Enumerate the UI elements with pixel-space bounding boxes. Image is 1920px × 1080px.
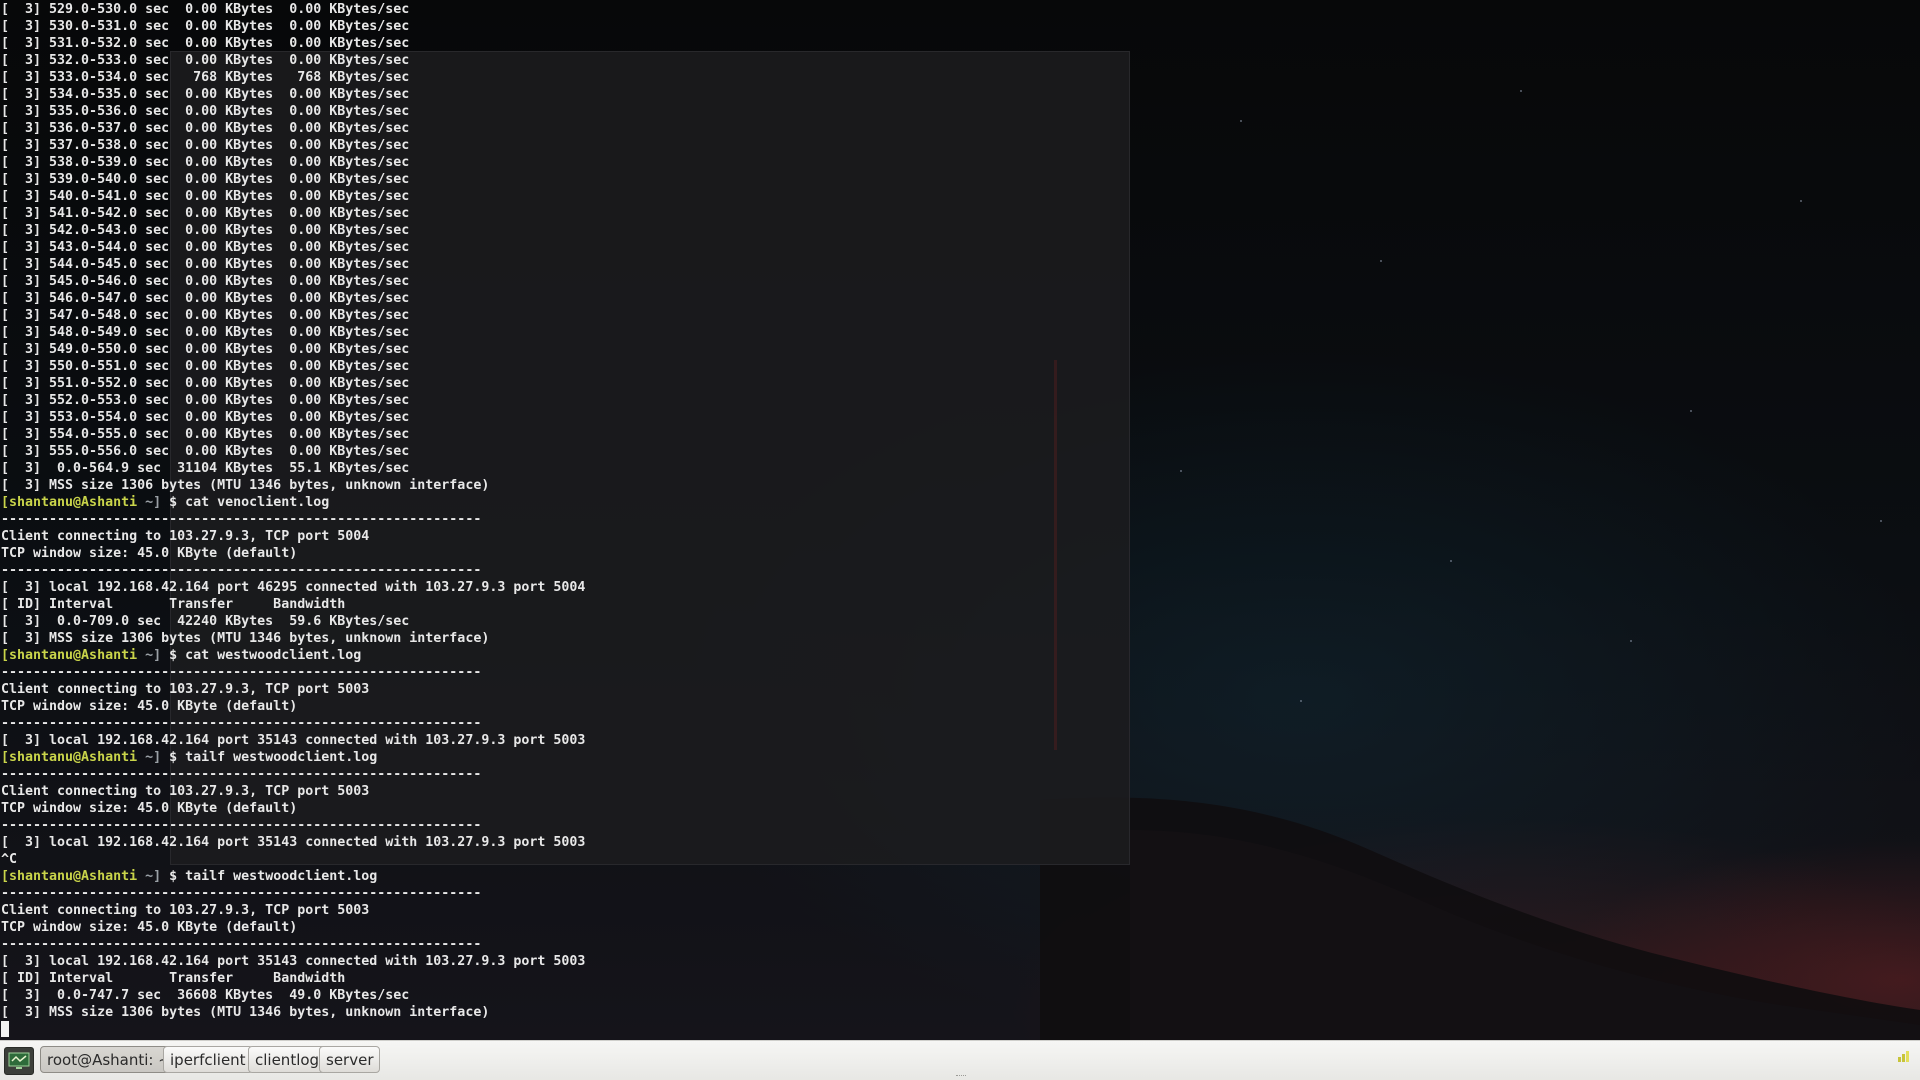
terminal-line: ----------------------------------------…	[1, 665, 482, 680]
terminal-line: [ 3] 551.0-552.0 sec 0.00 KBytes 0.00 KB…	[1, 376, 410, 391]
terminal-line: [ 3] local 192.168.42.164 port 46295 con…	[1, 580, 586, 595]
terminal-line: ----------------------------------------…	[1, 937, 482, 952]
terminal-line: [ 3] 538.0-539.0 sec 0.00 KBytes 0.00 KB…	[1, 155, 410, 170]
terminal-prompt-line: [shantanu@Ashanti ~] $ tailf westwoodcli…	[1, 868, 377, 885]
terminal-line: [ 3] 552.0-553.0 sec 0.00 KBytes 0.00 KB…	[1, 393, 410, 408]
terminal-line: [ 3] 550.0-551.0 sec 0.00 KBytes 0.00 KB…	[1, 359, 410, 374]
terminal-line: [ 3] local 192.168.42.164 port 35143 con…	[1, 954, 586, 969]
terminal-line: [ 3] 546.0-547.0 sec 0.00 KBytes 0.00 KB…	[1, 291, 410, 306]
terminal-line: ----------------------------------------…	[1, 716, 482, 731]
terminal-line: TCP window size: 45.0 KByte (default)	[1, 801, 298, 816]
terminal-line: [ ID] Interval Transfer Bandwidth	[1, 597, 346, 612]
taskbar-button-server[interactable]: server	[319, 1046, 381, 1073]
prompt-user-host: [shantanu@Ashanti	[1, 495, 138, 510]
terminal-line: [ 3] 544.0-545.0 sec 0.00 KBytes 0.00 KB…	[1, 257, 410, 272]
prompt-path: ~]	[137, 648, 170, 663]
taskbar-resize-handle	[956, 1075, 966, 1078]
terminal-prompt-line: [shantanu@Ashanti ~] $ tailf westwoodcli…	[1, 749, 377, 766]
terminal-line: [ 3] 531.0-532.0 sec 0.00 KBytes 0.00 KB…	[1, 36, 410, 51]
terminal-line: ----------------------------------------…	[1, 886, 482, 901]
taskbar-button-iperfclient[interactable]: iperfclient	[163, 1046, 253, 1073]
terminal-line: ----------------------------------------…	[1, 767, 482, 782]
terminal-line: [ 3] 534.0-535.0 sec 0.00 KBytes 0.00 KB…	[1, 87, 410, 102]
prompt-user-host: [shantanu@Ashanti	[1, 869, 138, 884]
taskbar-button-terminal[interactable]: root@Ashanti: ~	[40, 1046, 178, 1073]
terminal-line: Client connecting to 103.27.9.3, TCP por…	[1, 784, 370, 799]
prompt-command: $ tailf westwoodclient.log	[169, 869, 378, 884]
terminal-line: [ ID] Interval Transfer Bandwidth	[1, 971, 346, 986]
terminal-line: [ 3] 553.0-554.0 sec 0.00 KBytes 0.00 KB…	[1, 410, 410, 425]
taskbar: root@Ashanti: ~ iperfclient clientlog se…	[0, 1040, 1920, 1080]
terminal-line: [ 3] 0.0-709.0 sec 42240 KBytes 59.6 KBy…	[1, 614, 410, 629]
prompt-path: ~]	[137, 495, 170, 510]
terminal-line: [ 3] 0.0-564.9 sec 31104 KBytes 55.1 KBy…	[1, 461, 410, 476]
terminal-line: ----------------------------------------…	[1, 512, 482, 527]
terminal-line: [ 3] 535.0-536.0 sec 0.00 KBytes 0.00 KB…	[1, 104, 410, 119]
prompt-command: $ cat venoclient.log	[169, 495, 330, 510]
terminal-line: ^C	[1, 852, 18, 867]
terminal-line: [ 3] MSS size 1306 bytes (MTU 1346 bytes…	[1, 478, 490, 493]
terminal-line: [ 3] 554.0-555.0 sec 0.00 KBytes 0.00 KB…	[1, 427, 410, 442]
terminal-line: Client connecting to 103.27.9.3, TCP por…	[1, 682, 370, 697]
terminal-line: [ 3] 537.0-538.0 sec 0.00 KBytes 0.00 KB…	[1, 138, 410, 153]
terminal-line: [ 3] 539.0-540.0 sec 0.00 KBytes 0.00 KB…	[1, 172, 410, 187]
terminal-line: [ 3] local 192.168.42.164 port 35143 con…	[1, 733, 586, 748]
terminal-line: Client connecting to 103.27.9.3, TCP por…	[1, 903, 370, 918]
prompt-user-host: [shantanu@Ashanti	[1, 648, 138, 663]
terminal-line: ----------------------------------------…	[1, 818, 482, 833]
network-icon[interactable]	[1896, 1048, 1912, 1064]
terminal-line: [ 3] 530.0-531.0 sec 0.00 KBytes 0.00 KB…	[1, 19, 410, 34]
terminal-line: [ 3] MSS size 1306 bytes (MTU 1346 bytes…	[1, 631, 490, 646]
terminal-line: TCP window size: 45.0 KByte (default)	[1, 699, 298, 714]
terminal-line: [ 3] 0.0-747.7 sec 36608 KBytes 49.0 KBy…	[1, 988, 410, 1003]
terminal-line: TCP window size: 45.0 KByte (default)	[1, 920, 298, 935]
prompt-path: ~]	[137, 750, 170, 765]
terminal-line: [ 3] 529.0-530.0 sec 0.00 KBytes 0.00 KB…	[1, 2, 410, 17]
prompt-path: ~]	[137, 869, 170, 884]
terminal-line: [ 3] 545.0-546.0 sec 0.00 KBytes 0.00 KB…	[1, 274, 410, 289]
taskbar-button-clientlog[interactable]: clientlog	[248, 1046, 327, 1073]
terminal-line: [ 3] local 192.168.42.164 port 35143 con…	[1, 835, 586, 850]
prompt-user-host: [shantanu@Ashanti	[1, 750, 138, 765]
terminal-line: [ 3] 547.0-548.0 sec 0.00 KBytes 0.00 KB…	[1, 308, 410, 323]
terminal-line: ----------------------------------------…	[1, 563, 482, 578]
terminal-line: [ 3] 540.0-541.0 sec 0.00 KBytes 0.00 KB…	[1, 189, 410, 204]
terminal-line: [ 3] 555.0-556.0 sec 0.00 KBytes 0.00 KB…	[1, 444, 410, 459]
terminal-line: TCP window size: 45.0 KByte (default)	[1, 546, 298, 561]
terminal-prompt-line: [shantanu@Ashanti ~] $ cat westwoodclien…	[1, 647, 361, 664]
terminal-line: Client connecting to 103.27.9.3, TCP por…	[1, 529, 370, 544]
terminal-cursor	[1, 1021, 9, 1037]
terminal-line: [ 3] 536.0-537.0 sec 0.00 KBytes 0.00 KB…	[1, 121, 410, 136]
terminal-line: [ 3] 548.0-549.0 sec 0.00 KBytes 0.00 KB…	[1, 325, 410, 340]
prompt-command: $ cat westwoodclient.log	[169, 648, 362, 663]
terminal-line: [ 3] 549.0-550.0 sec 0.00 KBytes 0.00 KB…	[1, 342, 410, 357]
terminal-line: [ 3] 533.0-534.0 sec 768 KBytes 768 KByt…	[1, 70, 410, 85]
terminal-prompt-line: [shantanu@Ashanti ~] $ cat venoclient.lo…	[1, 494, 329, 511]
monitor-icon[interactable]	[4, 1047, 34, 1075]
terminal-line: [ 3] MSS size 1306 bytes (MTU 1346 bytes…	[1, 1005, 490, 1020]
prompt-command: $ tailf westwoodclient.log	[169, 750, 378, 765]
terminal-line: [ 3] 541.0-542.0 sec 0.00 KBytes 0.00 KB…	[1, 206, 410, 221]
terminal-output[interactable]: [ 3] 529.0-530.0 sec 0.00 KBytes 0.00 KB…	[0, 0, 1920, 1040]
terminal-line: [ 3] 532.0-533.0 sec 0.00 KBytes 0.00 KB…	[1, 53, 410, 68]
terminal-line: [ 3] 543.0-544.0 sec 0.00 KBytes 0.00 KB…	[1, 240, 410, 255]
terminal-line: [ 3] 542.0-543.0 sec 0.00 KBytes 0.00 KB…	[1, 223, 410, 238]
